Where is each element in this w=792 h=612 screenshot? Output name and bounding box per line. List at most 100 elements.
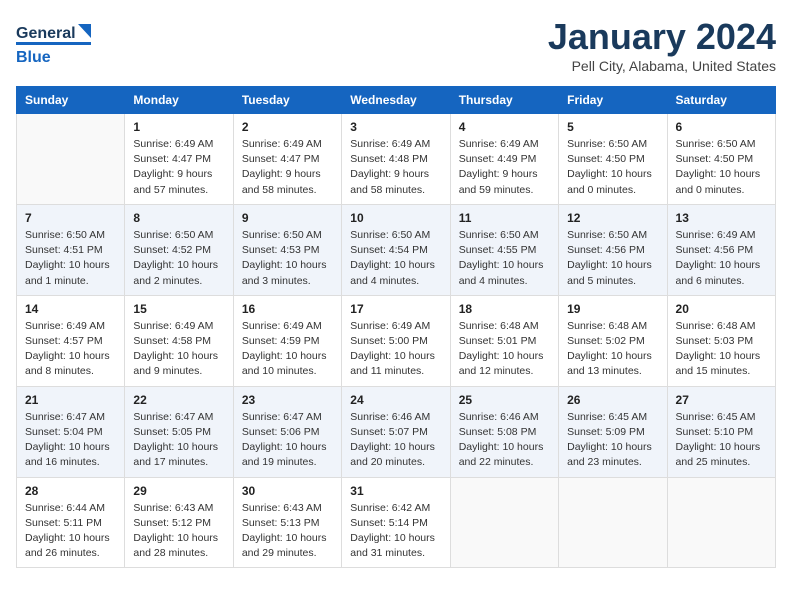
day-info: Sunrise: 6:44 AMSunset: 5:11 PMDaylight:… bbox=[25, 501, 116, 562]
day-number: 22 bbox=[133, 393, 224, 407]
calendar-cell: 10 Sunrise: 6:50 AMSunset: 4:54 PMDayligh… bbox=[342, 204, 450, 295]
day-info: Sunrise: 6:49 AMSunset: 4:59 PMDaylight:… bbox=[242, 319, 333, 380]
calendar-header-sunday: Sunday bbox=[17, 87, 125, 114]
day-info: Sunrise: 6:43 AMSunset: 5:13 PMDaylight:… bbox=[242, 501, 333, 562]
day-info: Sunrise: 6:46 AMSunset: 5:08 PMDaylight:… bbox=[459, 410, 550, 471]
day-info: Sunrise: 6:50 AMSunset: 4:52 PMDaylight:… bbox=[133, 228, 224, 289]
day-number: 13 bbox=[676, 211, 767, 225]
calendar-week-row: 1 Sunrise: 6:49 AMSunset: 4:47 PMDaylight… bbox=[17, 114, 776, 205]
day-info: Sunrise: 6:50 AMSunset: 4:56 PMDaylight:… bbox=[567, 228, 658, 289]
day-info: Sunrise: 6:50 AMSunset: 4:54 PMDaylight:… bbox=[350, 228, 441, 289]
calendar-cell: 29 Sunrise: 6:43 AMSunset: 5:12 PMDayligh… bbox=[125, 477, 233, 568]
calendar-cell: 30Sunrise: 6:43 AMSunset: 5:13 PMDayligh… bbox=[233, 477, 341, 568]
calendar-cell bbox=[17, 114, 125, 205]
day-number: 3 bbox=[350, 120, 441, 134]
day-info: Sunrise: 6:50 AMSunset: 4:51 PMDaylight:… bbox=[25, 228, 116, 289]
day-number: 14 bbox=[25, 302, 116, 316]
calendar-table: SundayMondayTuesdayWednesdayThursdayFrid… bbox=[16, 86, 776, 568]
day-number: 2 bbox=[242, 120, 333, 134]
calendar-cell: 27Sunrise: 6:45 AMSunset: 5:10 PMDayligh… bbox=[667, 386, 775, 477]
day-number: 19 bbox=[567, 302, 658, 316]
calendar-cell: 11Sunrise: 6:50 AMSunset: 4:55 PMDayligh… bbox=[450, 204, 558, 295]
day-number: 1 bbox=[133, 120, 224, 134]
calendar-cell: 28 Sunrise: 6:44 AMSunset: 5:11 PMDayligh… bbox=[17, 477, 125, 568]
day-number: 23 bbox=[242, 393, 333, 407]
day-info: Sunrise: 6:49 AMSunset: 4:57 PMDaylight:… bbox=[25, 319, 116, 380]
calendar-cell: 7 Sunrise: 6:50 AMSunset: 4:51 PMDaylight… bbox=[17, 204, 125, 295]
day-info: Sunrise: 6:48 AMSunset: 5:03 PMDaylight:… bbox=[676, 319, 767, 380]
day-number: 16 bbox=[242, 302, 333, 316]
day-number: 18 bbox=[459, 302, 550, 316]
calendar-cell: 9 Sunrise: 6:50 AMSunset: 4:53 PMDaylight… bbox=[233, 204, 341, 295]
day-info: Sunrise: 6:50 AMSunset: 4:50 PMDaylight:… bbox=[676, 137, 767, 198]
calendar-cell: 3Sunrise: 6:49 AMSunset: 4:48 PMDaylight… bbox=[342, 114, 450, 205]
day-info: Sunrise: 6:42 AMSunset: 5:14 PMDaylight:… bbox=[350, 501, 441, 562]
day-number: 9 bbox=[242, 211, 333, 225]
day-info: Sunrise: 6:48 AMSunset: 5:01 PMDaylight:… bbox=[459, 319, 550, 380]
calendar-cell: 2 Sunrise: 6:49 AMSunset: 4:47 PMDaylight… bbox=[233, 114, 341, 205]
day-info: Sunrise: 6:49 AMSunset: 4:47 PMDaylight:… bbox=[133, 137, 224, 198]
calendar-header-monday: Monday bbox=[125, 87, 233, 114]
calendar-week-row: 28 Sunrise: 6:44 AMSunset: 5:11 PMDayligh… bbox=[17, 477, 776, 568]
calendar-cell: 22Sunrise: 6:47 AMSunset: 5:05 PMDayligh… bbox=[125, 386, 233, 477]
day-number: 6 bbox=[676, 120, 767, 134]
day-info: Sunrise: 6:49 AMSunset: 4:58 PMDaylight:… bbox=[133, 319, 224, 380]
calendar-cell: 5Sunrise: 6:50 AMSunset: 4:50 PMDaylight… bbox=[559, 114, 667, 205]
calendar-header-row: SundayMondayTuesdayWednesdayThursdayFrid… bbox=[17, 87, 776, 114]
logo: General Blue bbox=[16, 16, 106, 71]
day-number: 20 bbox=[676, 302, 767, 316]
svg-text:Blue: Blue bbox=[16, 49, 51, 66]
month-title: January 2024 bbox=[548, 16, 776, 58]
day-number: 4 bbox=[459, 120, 550, 134]
calendar-cell: 6 Sunrise: 6:50 AMSunset: 4:50 PMDaylight… bbox=[667, 114, 775, 205]
day-number: 17 bbox=[350, 302, 441, 316]
calendar-cell: 12 Sunrise: 6:50 AMSunset: 4:56 PMDayligh… bbox=[559, 204, 667, 295]
calendar-cell: 21Sunrise: 6:47 AMSunset: 5:04 PMDayligh… bbox=[17, 386, 125, 477]
calendar-cell: 23 Sunrise: 6:47 AMSunset: 5:06 PMDayligh… bbox=[233, 386, 341, 477]
calendar-cell: 18 Sunrise: 6:48 AMSunset: 5:01 PMDayligh… bbox=[450, 295, 558, 386]
calendar-cell: 25 Sunrise: 6:46 AMSunset: 5:08 PMDayligh… bbox=[450, 386, 558, 477]
day-number: 10 bbox=[350, 211, 441, 225]
calendar-week-row: 14 Sunrise: 6:49 AMSunset: 4:57 PMDayligh… bbox=[17, 295, 776, 386]
logo-svg: General Blue bbox=[16, 16, 106, 71]
title-block: January 2024 Pell City, Alabama, United … bbox=[548, 16, 776, 74]
day-number: 28 bbox=[25, 484, 116, 498]
svg-text:General: General bbox=[16, 25, 76, 42]
day-number: 26 bbox=[567, 393, 658, 407]
calendar-cell: 4Sunrise: 6:49 AMSunset: 4:49 PMDaylight… bbox=[450, 114, 558, 205]
calendar-cell: 1 Sunrise: 6:49 AMSunset: 4:47 PMDaylight… bbox=[125, 114, 233, 205]
calendar-cell: 14 Sunrise: 6:49 AMSunset: 4:57 PMDayligh… bbox=[17, 295, 125, 386]
day-number: 29 bbox=[133, 484, 224, 498]
page-header: General Blue January 2024 Pell City, Ala… bbox=[16, 16, 776, 74]
day-info: Sunrise: 6:49 AMSunset: 4:56 PMDaylight:… bbox=[676, 228, 767, 289]
calendar-header-saturday: Saturday bbox=[667, 87, 775, 114]
day-number: 15 bbox=[133, 302, 224, 316]
day-number: 21 bbox=[25, 393, 116, 407]
day-number: 25 bbox=[459, 393, 550, 407]
calendar-cell: 16 Sunrise: 6:49 AMSunset: 4:59 PMDayligh… bbox=[233, 295, 341, 386]
day-number: 31 bbox=[350, 484, 441, 498]
day-number: 8 bbox=[133, 211, 224, 225]
calendar-cell: 24Sunrise: 6:46 AMSunset: 5:07 PMDayligh… bbox=[342, 386, 450, 477]
day-info: Sunrise: 6:49 AMSunset: 4:47 PMDaylight:… bbox=[242, 137, 333, 198]
calendar-cell bbox=[559, 477, 667, 568]
calendar-cell: 15 Sunrise: 6:49 AMSunset: 4:58 PMDayligh… bbox=[125, 295, 233, 386]
day-number: 12 bbox=[567, 211, 658, 225]
calendar-week-row: 7 Sunrise: 6:50 AMSunset: 4:51 PMDaylight… bbox=[17, 204, 776, 295]
day-info: Sunrise: 6:48 AMSunset: 5:02 PMDaylight:… bbox=[567, 319, 658, 380]
day-info: Sunrise: 6:50 AMSunset: 4:53 PMDaylight:… bbox=[242, 228, 333, 289]
calendar-cell: 17Sunrise: 6:49 AMSunset: 5:00 PMDayligh… bbox=[342, 295, 450, 386]
calendar-cell: 31 Sunrise: 6:42 AMSunset: 5:14 PMDayligh… bbox=[342, 477, 450, 568]
calendar-cell: 8 Sunrise: 6:50 AMSunset: 4:52 PMDaylight… bbox=[125, 204, 233, 295]
calendar-header-friday: Friday bbox=[559, 87, 667, 114]
day-info: Sunrise: 6:47 AMSunset: 5:06 PMDaylight:… bbox=[242, 410, 333, 471]
day-number: 11 bbox=[459, 211, 550, 225]
day-number: 24 bbox=[350, 393, 441, 407]
day-number: 7 bbox=[25, 211, 116, 225]
calendar-week-row: 21Sunrise: 6:47 AMSunset: 5:04 PMDayligh… bbox=[17, 386, 776, 477]
day-info: Sunrise: 6:50 AMSunset: 4:50 PMDaylight:… bbox=[567, 137, 658, 198]
location-subtitle: Pell City, Alabama, United States bbox=[548, 58, 776, 74]
day-info: Sunrise: 6:45 AMSunset: 5:10 PMDaylight:… bbox=[676, 410, 767, 471]
day-info: Sunrise: 6:43 AMSunset: 5:12 PMDaylight:… bbox=[133, 501, 224, 562]
day-info: Sunrise: 6:45 AMSunset: 5:09 PMDaylight:… bbox=[567, 410, 658, 471]
